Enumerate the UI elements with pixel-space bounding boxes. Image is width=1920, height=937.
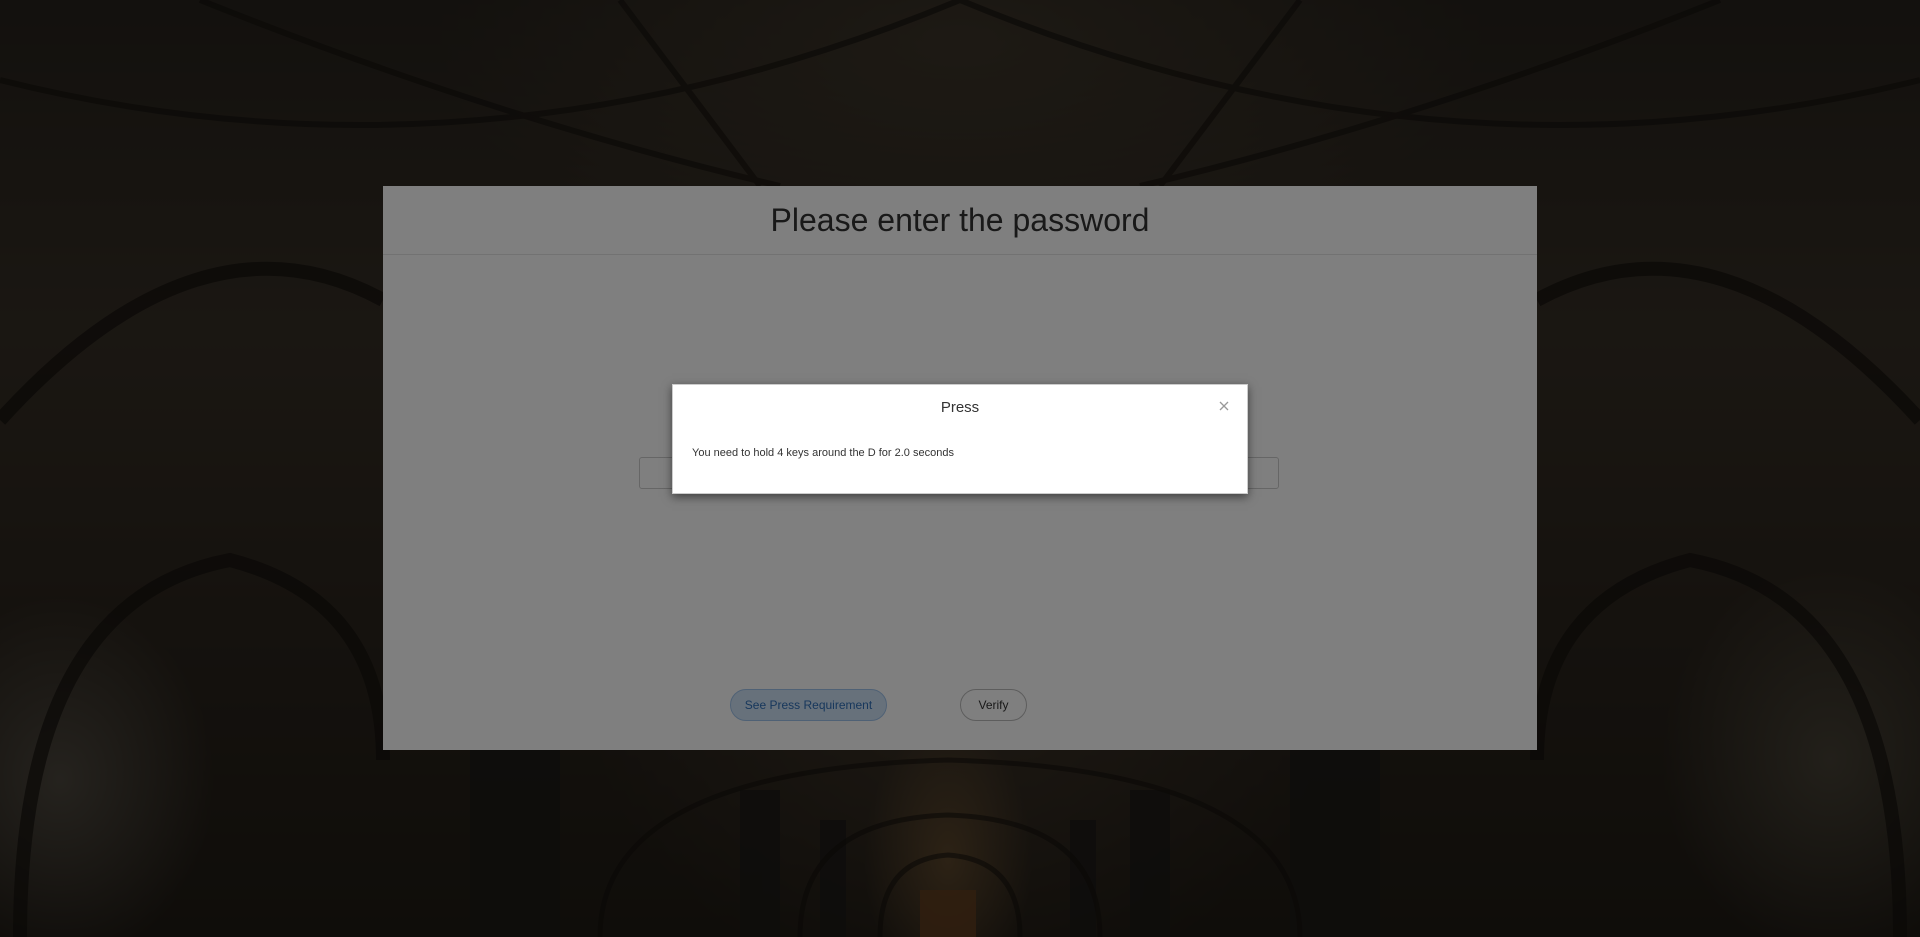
modal-message: You need to hold 4 keys around the D for… [692, 447, 954, 459]
close-icon[interactable] [1217, 399, 1231, 413]
close-icon-svg [1219, 401, 1229, 411]
modal-title: Press [940, 399, 980, 416]
press-modal: Press You need to hold 4 keys around the… [672, 384, 1248, 494]
